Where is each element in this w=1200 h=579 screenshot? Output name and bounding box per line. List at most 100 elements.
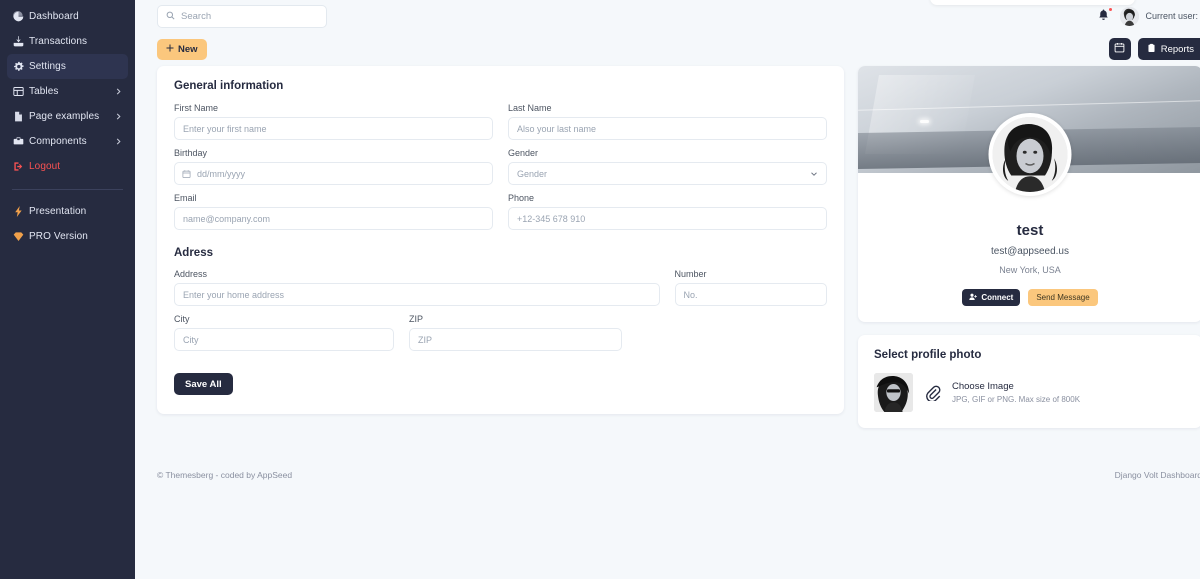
reports-button[interactable]: Reports (1138, 38, 1200, 60)
gender-select-value: Gender (517, 169, 547, 179)
right-column: test test@appseed.us New York, USA Conne… (858, 66, 1200, 428)
phone-group: Phone (508, 193, 827, 230)
sidebar-item-settings[interactable]: Settings (7, 54, 128, 79)
chevron-right-icon (115, 138, 122, 145)
email-label: Email (174, 193, 493, 203)
avatar (993, 117, 1068, 192)
birthday-label: Birthday (174, 148, 493, 158)
sidebar-item-label: Tables (29, 86, 59, 97)
sidebar-item-pro-version[interactable]: PRO Version (7, 224, 128, 249)
sidebar-item-components[interactable]: Components (7, 129, 128, 154)
notifications-button[interactable] (1097, 8, 1111, 24)
address-label: Address (174, 269, 660, 279)
gender-select[interactable]: Gender (508, 162, 827, 185)
photo-text-block: Choose Image JPG, GIF or PNG. Max size o… (952, 381, 1080, 404)
calendar-icon (1114, 42, 1125, 56)
gem-icon (13, 231, 29, 242)
gear-icon (13, 61, 29, 72)
search-input[interactable] (181, 11, 318, 22)
chevron-down-icon (810, 170, 818, 178)
sidebar-item-label: Transactions (29, 36, 87, 47)
profile-location: New York, USA (858, 265, 1200, 275)
form-row-names: First Name Last Name (174, 103, 827, 140)
form-row-email-phone: Email Phone (174, 193, 827, 230)
email-group: Email (174, 193, 493, 230)
number-input[interactable] (675, 283, 827, 306)
last-name-input[interactable] (508, 117, 827, 140)
plus-icon (166, 44, 174, 55)
chevron-right-icon (115, 113, 122, 120)
toolbox-icon (13, 136, 29, 147)
email-input[interactable] (174, 207, 493, 230)
profile-card: test test@appseed.us New York, USA Conne… (858, 66, 1200, 322)
cover-light-beam (865, 75, 975, 154)
sidebar-item-logout[interactable]: Logout (7, 154, 128, 179)
city-group: City (174, 314, 394, 351)
calendar-button[interactable] (1109, 38, 1131, 60)
phone-input[interactable] (508, 207, 827, 230)
footer-product-name: Django Volt Dashboard (1115, 470, 1200, 480)
birthday-input-wrap (174, 162, 493, 185)
connect-button[interactable]: Connect (962, 289, 1020, 306)
send-message-button[interactable]: Send Message (1028, 289, 1097, 306)
address-input[interactable] (174, 283, 660, 306)
user-plus-icon (969, 293, 977, 303)
main-area: Current user: test New (135, 0, 1200, 579)
phone-label: Phone (508, 193, 827, 203)
sidebar-item-label: Logout (29, 161, 60, 172)
new-button[interactable]: New (157, 39, 207, 60)
profile-actions: Connect Send Message (858, 289, 1200, 306)
reports-button-label: Reports (1161, 44, 1194, 55)
profile-email: test@appseed.us (858, 246, 1200, 257)
search-icon (166, 7, 175, 25)
last-name-label: Last Name (508, 103, 827, 113)
sidebar-item-label: Presentation (29, 206, 86, 217)
lightning-bolt-icon (13, 206, 29, 217)
sidebar-item-transactions[interactable]: Transactions (7, 29, 128, 54)
footer: © Themesberg - coded by AppSeed Django V… (135, 470, 1200, 480)
form-row-city-zip: City ZIP (174, 314, 827, 351)
document-icon (13, 111, 29, 122)
action-row: New Reports (135, 32, 1200, 66)
last-name-group: Last Name (508, 103, 827, 140)
number-group: Number (675, 269, 827, 306)
top-bar-right: Current user: test (1097, 7, 1200, 26)
sidebar-item-label: Components (29, 136, 87, 147)
sidebar-item-page-examples[interactable]: Page examples (7, 104, 128, 129)
sidebar-item-label: Settings (29, 61, 66, 72)
birthday-input[interactable] (174, 162, 493, 185)
first-name-input[interactable] (174, 117, 493, 140)
user-menu[interactable]: Current user: test (1120, 7, 1200, 26)
sidebar-item-label: Dashboard (29, 11, 79, 22)
gender-group: Gender Gender (508, 148, 827, 185)
zip-label: ZIP (409, 314, 622, 324)
sidebar-item-label: PRO Version (29, 231, 88, 242)
save-all-button[interactable]: Save All (174, 373, 233, 395)
zip-input[interactable] (409, 328, 622, 351)
search-box[interactable] (157, 5, 327, 28)
sidebar-item-label: Page examples (29, 111, 99, 122)
footer-credit: © Themesberg - coded by AppSeed (157, 470, 292, 480)
sidebar-item-tables[interactable]: Tables (7, 79, 128, 104)
address-group: Address (174, 269, 660, 306)
profile-name: test (858, 222, 1200, 239)
form-row-address: Address Number (174, 269, 827, 306)
sidebar-item-dashboard[interactable]: Dashboard (7, 4, 128, 29)
content-area: General information First Name Last Name… (135, 66, 1200, 428)
choose-image-link[interactable]: Choose Image (952, 381, 1080, 392)
avatar (1120, 7, 1139, 26)
profile-cover-image (858, 66, 1200, 173)
table-icon (13, 86, 29, 97)
photo-card-title: Select profile photo (874, 349, 1186, 361)
number-label: Number (675, 269, 827, 279)
sidebar-item-presentation[interactable]: Presentation (7, 199, 128, 224)
profile-avatar-frame (989, 113, 1072, 196)
city-input[interactable] (174, 328, 394, 351)
download-box-icon (13, 36, 29, 47)
birthday-group: Birthday (174, 148, 493, 185)
profile-thumbnail (874, 373, 913, 412)
page-title: General information (174, 80, 827, 92)
right-actions: Reports (1109, 38, 1200, 60)
notification-badge (1108, 7, 1113, 12)
form-row-birthday-gender: Birthday Gender Gender (174, 148, 827, 185)
